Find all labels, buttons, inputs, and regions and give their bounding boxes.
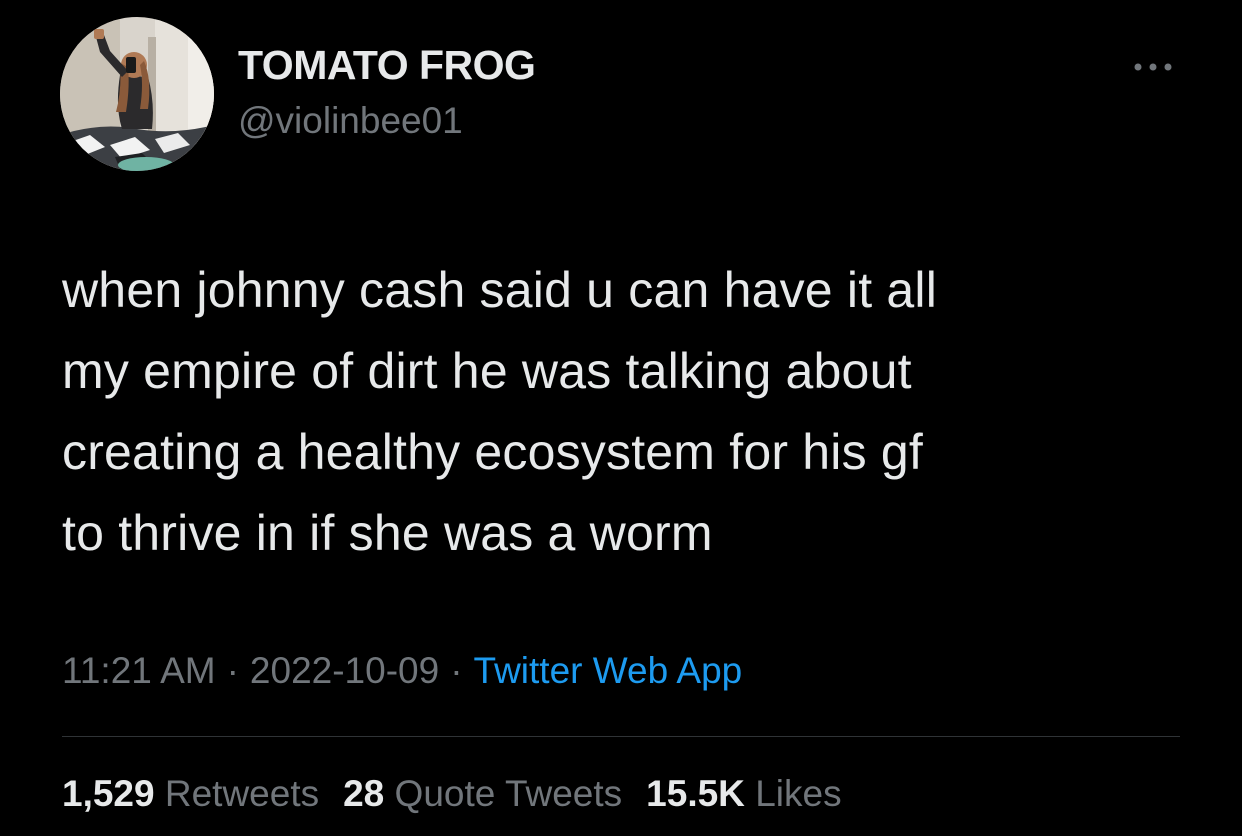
tweet-meta: 11:21 AM · 2022-10-09 · Twitter Web App: [62, 650, 742, 692]
divider: [62, 736, 1180, 737]
meta-separator: ·: [450, 650, 463, 691]
tweet-text-line: when johnny cash said u can have it all: [62, 262, 938, 318]
more-options-icon[interactable]: [1128, 55, 1178, 79]
quote-tweets-count: 28: [343, 773, 385, 814]
engagement-stats: 1,529 Retweets 28 Quote Tweets 15.5K Likes: [62, 773, 842, 815]
tweet-text-line: creating a healthy ecosystem for his gf: [62, 424, 923, 480]
quote-tweets-label: Quote Tweets: [394, 773, 623, 814]
user-handle[interactable]: @violinbee01: [238, 100, 463, 142]
tweet-text-line: to thrive in if she was a worm: [62, 505, 713, 561]
avatar[interactable]: [60, 17, 214, 171]
likes-count: 15.5K: [646, 773, 745, 814]
tweet-card: TOMATO FROG @violinbee01 when johnny cas…: [0, 0, 1242, 836]
retweets-label: Retweets: [164, 773, 320, 814]
meta-separator: ·: [226, 650, 239, 691]
quote-tweets-stat[interactable]: 28 Quote Tweets: [343, 773, 622, 814]
retweets-count: 1,529: [62, 773, 155, 814]
tweet-source-link[interactable]: Twitter Web App: [474, 650, 743, 691]
likes-label: Likes: [755, 773, 842, 814]
tweet-text: when johnny cash said u can have it all …: [62, 250, 1202, 574]
likes-stat[interactable]: 15.5K Likes: [646, 773, 841, 814]
tweet-text-line: my empire of dirt he was talking about: [62, 343, 912, 399]
tweet-time[interactable]: 11:21 AM: [62, 650, 216, 691]
avatar-photo: [60, 17, 214, 171]
display-name[interactable]: TOMATO FROG: [238, 42, 536, 89]
tweet-date[interactable]: 2022-10-09: [250, 650, 439, 691]
retweets-stat[interactable]: 1,529 Retweets: [62, 773, 319, 814]
